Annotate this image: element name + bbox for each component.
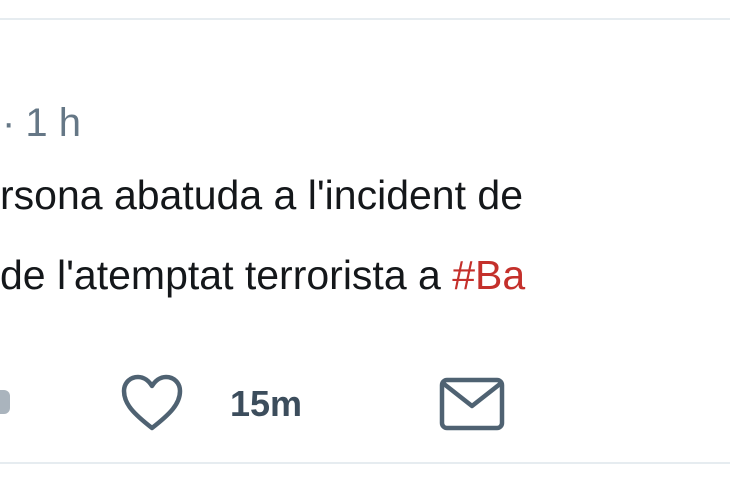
direct-message-button[interactable]	[438, 376, 506, 432]
tweet-text-line-2-prefix: de l'atemptat terrorista a	[0, 252, 453, 298]
tweet-meta: · 1 h	[2, 98, 81, 148]
hashtag-link[interactable]: #Ba	[452, 252, 525, 298]
reply-icon[interactable]	[0, 390, 10, 414]
heart-icon	[121, 374, 183, 431]
tweet-actions: 15m	[0, 362, 730, 442]
bottom-divider	[0, 462, 730, 464]
like-count: 15m	[230, 383, 303, 424]
tweet-text: rsona abatuda a l'incident de de l'atemp…	[0, 155, 730, 315]
envelope-icon	[439, 377, 505, 431]
tweet-timestamp[interactable]: 1 h	[25, 101, 81, 145]
tweet-card[interactable]: · 1 h rsona abatuda a l'incident de de l'…	[0, 20, 730, 462]
meta-separator: ·	[2, 101, 16, 145]
tweet-text-line-1: rsona abatuda a l'incident de	[0, 172, 523, 218]
tweet-text-line-2: de l'atemptat terrorista a #Ba	[0, 235, 730, 315]
like-button[interactable]: 15m	[112, 362, 332, 442]
